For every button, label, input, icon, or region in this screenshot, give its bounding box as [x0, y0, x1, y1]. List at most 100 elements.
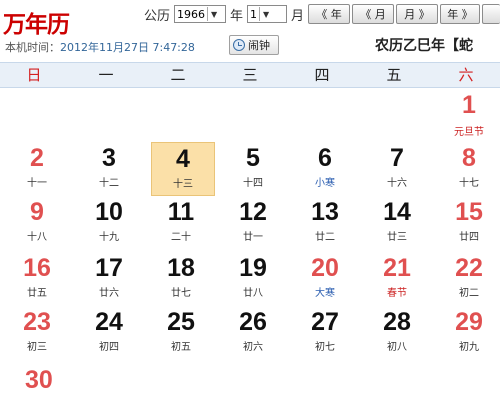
day-number: 9 [30, 198, 44, 226]
day-number: 26 [239, 308, 267, 336]
prev-month-button[interactable]: 《 月 [352, 4, 394, 24]
day-cell[interactable]: 22 初二 [433, 252, 500, 306]
lunar-date-label: 十四 [243, 178, 263, 189]
day-cell[interactable]: 26 初六 [217, 306, 289, 360]
prev-year-button[interactable]: 《 年 [308, 4, 350, 24]
lunar-year-title: 农历乙巳年【蛇 [375, 38, 473, 54]
day-number: 29 [455, 308, 483, 336]
day-cell[interactable]: 29 初九 [433, 306, 500, 360]
day-cell[interactable]: 9 十八 [1, 196, 73, 250]
weekday-fri: 五 [386, 66, 402, 84]
day-number: 16 [23, 254, 51, 282]
month-label: 月 [291, 8, 305, 24]
year-select-value: 1966 [177, 7, 206, 21]
day-cell[interactable]: 4 十三 [151, 142, 215, 196]
day-number: 4 [176, 145, 190, 173]
day-cell[interactable]: 6 小寒 [289, 142, 361, 196]
day-cell[interactable]: 10 十九 [73, 196, 145, 250]
day-cell[interactable]: 14 廿三 [361, 196, 433, 250]
day-cell[interactable]: 3 十二 [73, 142, 145, 196]
lunar-date-label: 初七 [315, 342, 335, 353]
lunar-date-label: 十二 [99, 178, 119, 189]
day-cell[interactable]: 11 二十 [145, 196, 217, 250]
day-number: 11 [167, 198, 195, 226]
weekday-sun: 日 [26, 66, 42, 84]
day-cell[interactable]: 23 初三 [1, 306, 73, 360]
day-cell[interactable]: 13 廿二 [289, 196, 361, 250]
weekday-mon: 一 [98, 66, 114, 84]
year-label: 年 [230, 8, 244, 24]
day-cell[interactable]: 28 初八 [361, 306, 433, 360]
day-cell[interactable]: 5 十四 [217, 142, 289, 196]
month-select-value: 1 [250, 7, 258, 21]
local-time: 本机时间：2012年11月27日 7:47:28 [5, 39, 195, 55]
day-cell[interactable]: 27 初七 [289, 306, 361, 360]
day-number: 2 [30, 144, 44, 172]
day-number: 3 [102, 144, 116, 172]
gongli-label: 公历 [144, 8, 171, 24]
day-cell[interactable]: 1 元旦节 [433, 91, 500, 145]
lunar-date-label: 廿四 [459, 232, 479, 243]
day-cell[interactable]: 21 春节 [361, 252, 433, 306]
alarm-button[interactable]: 闹钟 [229, 35, 279, 55]
day-number: 24 [95, 308, 123, 336]
clock-icon [233, 39, 245, 51]
lunar-date-label: 初三 [27, 342, 47, 353]
top-bar: 万年历 公历 1966 ▼ 年 1 ▼ 月 《 年 《 月 月 》 年 》 本机… [0, 0, 500, 62]
day-number: 10 [95, 198, 123, 226]
day-cell[interactable]: 20 大寒 [289, 252, 361, 306]
day-cell[interactable]: 24 初四 [73, 306, 145, 360]
weekday-tue: 二 [170, 66, 186, 84]
day-number: 22 [455, 254, 483, 282]
lunar-date-label: 二十 [171, 232, 191, 243]
day-number: 15 [455, 198, 483, 226]
year-month-controls: 公历 1966 ▼ 年 1 ▼ 月 [144, 4, 304, 24]
lunar-date-label: 廿六 [99, 288, 119, 299]
lunar-date-label: 十一 [27, 178, 47, 189]
lunar-date-label: 廿二 [315, 232, 335, 243]
weekday-wed: 三 [242, 66, 258, 84]
next-button-partial[interactable] [482, 4, 500, 24]
weekday-header: 日 一 二 三 四 五 六 [0, 62, 500, 88]
day-cell[interactable]: 12 廿一 [217, 196, 289, 250]
day-cell[interactable]: 15 廿四 [433, 196, 500, 250]
day-number: 12 [239, 198, 267, 226]
day-number: 14 [383, 198, 411, 226]
year-select[interactable]: 1966 ▼ [174, 5, 227, 23]
day-number: 5 [246, 144, 260, 172]
day-cell-partial[interactable]: 30 [25, 366, 53, 395]
next-year-button[interactable]: 年 》 [440, 4, 480, 24]
lunar-date-label: 廿八 [243, 288, 263, 299]
day-cell[interactable]: 19 廿八 [217, 252, 289, 306]
day-cell[interactable]: 17 廿六 [73, 252, 145, 306]
day-number: 13 [311, 198, 339, 226]
day-cell[interactable]: 16 廿五 [1, 252, 73, 306]
day-number: 28 [383, 308, 411, 336]
lunar-date-label: 十三 [173, 179, 193, 190]
next-month-button[interactable]: 月 》 [396, 4, 438, 24]
lunar-date-label: 廿三 [387, 232, 407, 243]
lunar-date-label: 廿七 [171, 288, 191, 299]
weekday-thu: 四 [314, 66, 330, 84]
lunar-date-label: 十六 [387, 178, 407, 189]
lunar-date-label: 初九 [459, 342, 479, 353]
day-number: 25 [167, 308, 195, 336]
day-cell[interactable]: 18 廿七 [145, 252, 217, 306]
local-time-value: 2012年11月27日 7:47:28 [60, 41, 195, 54]
lunar-date-label: 十八 [27, 232, 47, 243]
day-cell[interactable]: 25 初五 [145, 306, 217, 360]
chevron-down-icon: ▼ [207, 7, 220, 21]
day-cell[interactable]: 7 十六 [361, 142, 433, 196]
lunar-date-label: 初四 [99, 342, 119, 353]
chevron-down-icon: ▼ [259, 7, 272, 21]
month-select[interactable]: 1 ▼ [247, 5, 288, 23]
day-cell[interactable]: 2 十一 [1, 142, 73, 196]
lunar-date-label: 廿一 [243, 232, 263, 243]
lunar-date-label: 十九 [99, 232, 119, 243]
alarm-label: 闹钟 [248, 39, 270, 52]
lunar-date-label: 初二 [459, 288, 479, 299]
day-number: 19 [239, 254, 267, 282]
day-number: 7 [390, 144, 404, 172]
day-cell[interactable]: 8 十七 [433, 142, 500, 196]
lunar-date-label: 十七 [459, 178, 479, 189]
